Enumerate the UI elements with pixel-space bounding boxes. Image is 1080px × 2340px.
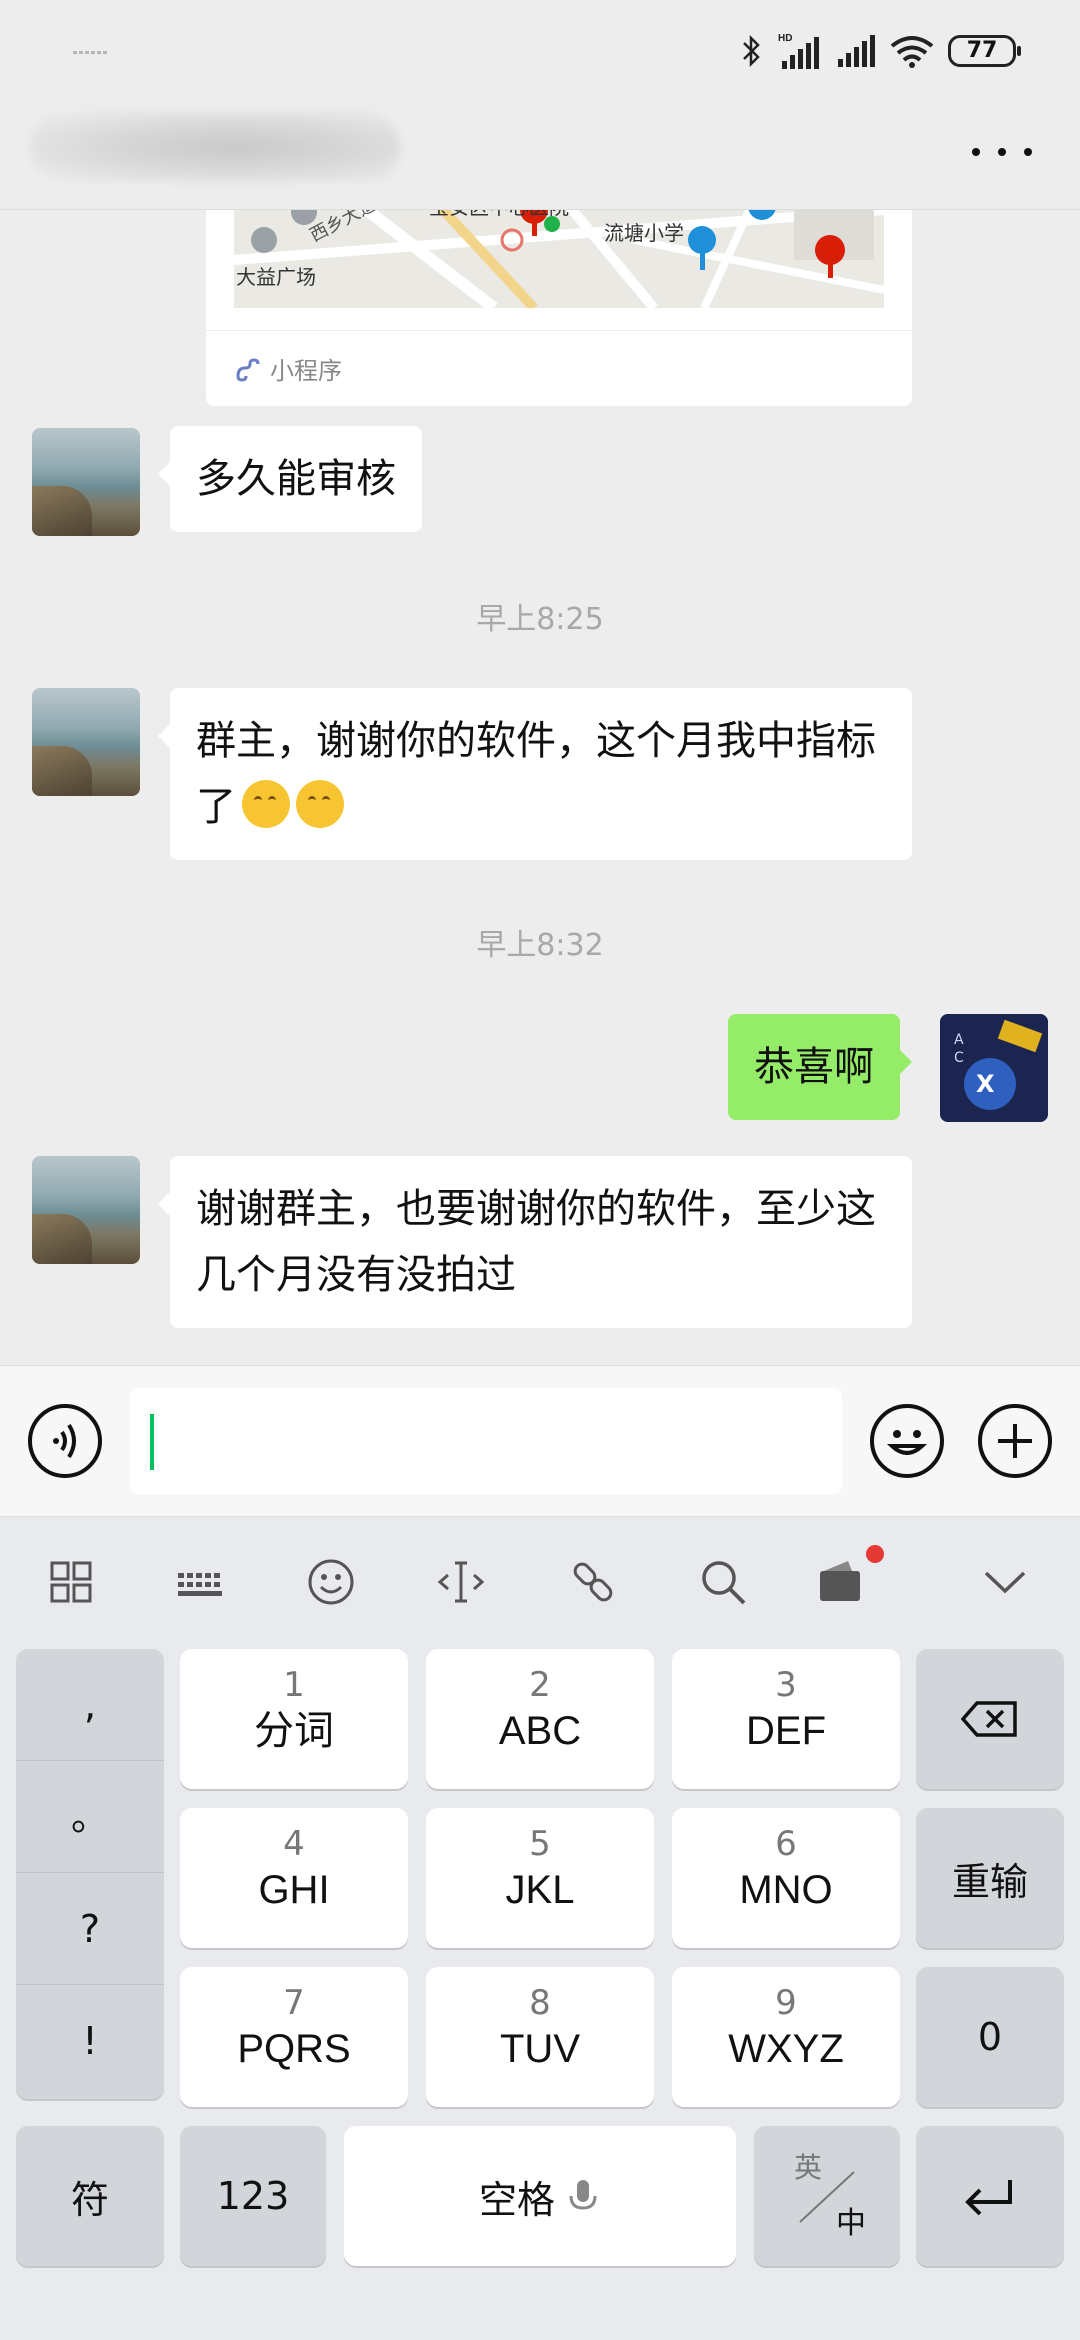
keyboard-icon[interactable] [176,1557,226,1607]
mini-program-card[interactable]: 宝安区中心医院 西乡大道 流塘小学 大益广场 小程序 [206,210,912,406]
message-text: 恭喜啊 [754,1044,874,1090]
mini-program-label: 小程序 [270,357,342,385]
key-5[interactable]: 5 JKL [426,1808,654,1948]
space-label: 空格 [478,2177,555,2222]
ime-keyboard: , 。 ? ! 1 分词 2 ABC 3 DEF 4 GHI 5 JKL 6 MNO 重输 … [0,1517,1080,2340]
thinking-emoji-icon [242,780,290,828]
key-9[interactable]: 9 WXYZ [672,1967,900,2107]
my-avatar[interactable]: A C X [940,1014,1048,1122]
message-bubble[interactable]: 群主，谢谢你的软件，这个月我中指标了 [158,688,912,860]
backspace-icon [961,1701,1017,1737]
key-1[interactable]: 1 分词 [180,1649,408,1789]
cursor-icon[interactable] [436,1557,486,1607]
battery-indicator: 77 [948,35,1021,67]
blurred-chat-title [30,112,400,182]
punct-key-exclaim[interactable]: ! [16,1985,164,2097]
avatar[interactable] [32,428,140,536]
map-thumbnail: 宝安区中心医院 西乡大道 流塘小学 大益广场 [234,210,884,308]
chat-header [0,92,1080,210]
svg-text:宝安区中心医院: 宝安区中心医院 [429,210,569,219]
status-bar: HD 77 [0,0,1080,92]
message-text: 谢谢群主，也要谢谢你的软件，至少这几个月没有没拍过 [196,1186,876,1298]
wifi-icon [890,36,934,68]
voice-icon[interactable] [28,1404,102,1478]
keyboard-toolbar [0,1517,1080,1647]
punct-key-question[interactable]: ? [16,1873,164,1985]
text-cursor [150,1414,154,1470]
punctuation-column: , 。 ? ! [16,1649,164,2099]
key-7[interactable]: 7 PQRS [180,1967,408,2107]
key-0[interactable]: 0 [916,1967,1064,2107]
punct-key-comma[interactable]: , [16,1649,164,1761]
key-8[interactable]: 8 TUV [426,1967,654,2107]
numbers-key[interactable]: 123 [180,2126,326,2266]
enter-key[interactable] [916,2126,1064,2266]
key-4[interactable]: 4 GHI [180,1808,408,1948]
svg-text:HD: HD [778,33,792,44]
thinking-emoji-icon [296,780,344,828]
keyboard-indicator-icon [72,40,108,54]
message-bubble[interactable]: 多久能审核 [158,426,422,532]
emoji-icon[interactable] [870,1404,944,1478]
message-bubble[interactable]: 谢谢群主，也要谢谢你的软件，至少这几个月没有没拍过 [158,1156,912,1328]
chat-input-bar [0,1365,1080,1517]
enter-icon [965,2180,1012,2216]
key-6[interactable]: 6 MNO [672,1808,900,1948]
search-icon[interactable] [698,1557,748,1607]
chevron-down-icon[interactable] [980,1557,1030,1607]
svg-text:大益广场: 大益广场 [236,265,316,289]
language-switch-key[interactable]: 英 中 [754,2126,900,2266]
chat-area[interactable]: 宝安区中心医院 西乡大道 流塘小学 大益广场 小程序 多久能审核 早上8:25 … [0,210,1080,1365]
timestamp: 早上8:25 [476,602,604,637]
svg-text:A: A [954,1032,964,1048]
avatar[interactable] [32,1156,140,1264]
key-3[interactable]: 3 DEF [672,1649,900,1789]
mini-program-icon [236,357,260,382]
notification-dot [866,1545,884,1563]
status-icons: HD 77 [740,30,1021,72]
wallet-icon[interactable] [816,1557,866,1607]
lang-chinese-label: 中 [836,2206,866,2241]
mini-program-footer: 小程序 [206,330,912,406]
svg-text:流塘小学: 流塘小学 [604,221,684,245]
message-input[interactable] [130,1388,842,1494]
my-message-bubble[interactable]: 恭喜啊 [728,1014,912,1120]
symbols-key[interactable]: 符 [16,2126,164,2266]
link-icon[interactable] [568,1557,618,1607]
smile-icon[interactable] [306,1557,356,1607]
grid-icon[interactable] [46,1557,96,1607]
backspace-key[interactable] [916,1649,1064,1789]
timestamp: 早上8:32 [476,928,604,963]
reinput-key[interactable]: 重输 [916,1808,1064,1948]
message-text: 多久能审核 [196,456,396,502]
microphone-icon [569,2180,597,2210]
key-2[interactable]: 2 ABC [426,1649,654,1789]
svg-text:X: X [976,1070,995,1098]
space-key[interactable]: 空格 [344,2126,736,2266]
punct-key-period[interactable]: 。 [16,1761,164,1873]
more-dots-icon[interactable] [972,132,1032,172]
svg-text:C: C [954,1050,964,1066]
avatar[interactable] [32,688,140,796]
signal-icon [838,35,875,67]
signal-hd-icon: HD [778,33,819,69]
plus-icon[interactable] [978,1404,1052,1478]
bluetooth-icon [743,34,760,68]
